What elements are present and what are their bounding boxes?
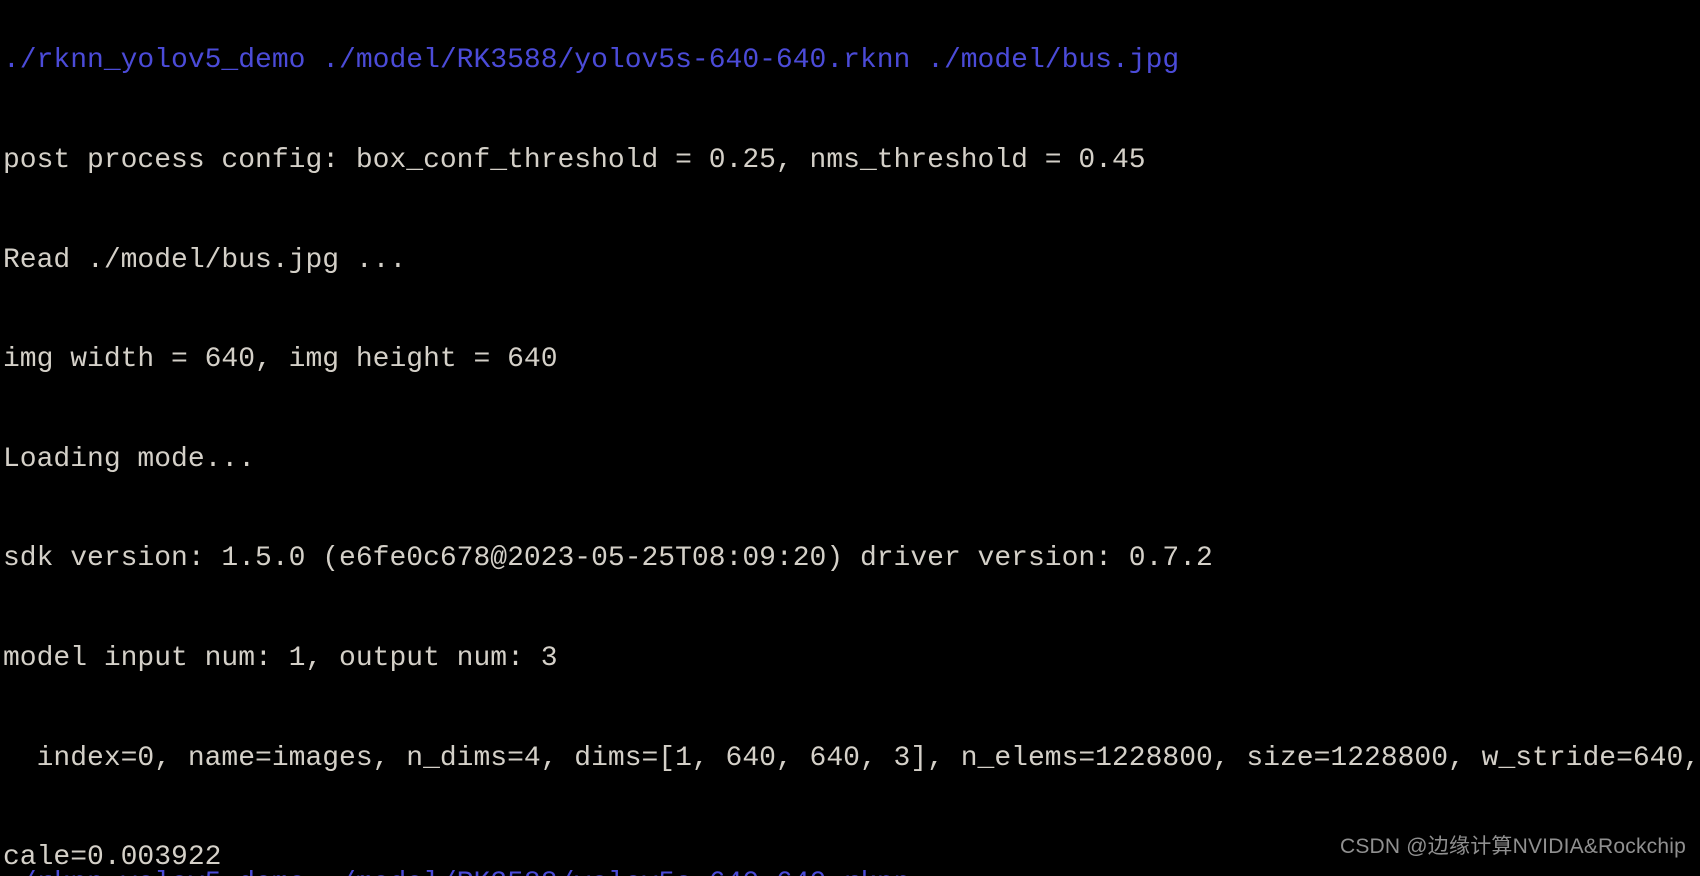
terminal-line-clipped-top: ./rknn_yolov5_demo ./model/RK3588/yolov5… xyxy=(3,45,1180,77)
terminal-line: post process config: box_conf_threshold … xyxy=(3,145,1146,176)
terminal-line: index=0, name=images, n_dims=4, dims=[1,… xyxy=(36,742,1700,774)
terminal-window[interactable]: ./rknn_yolov5_demo ./model/RK3588/yolov5… xyxy=(0,0,1700,876)
terminal-line: Read ./model/bus.jpg ... xyxy=(3,244,407,276)
terminal-line: sdk version: 1.5.0 (e6fe0c678@2023-05-25… xyxy=(3,543,1213,575)
terminal-line-clipped-bottom: ./rknn_yolov5_demo ./model/RK3588/yolov5… xyxy=(3,867,910,876)
terminal-output[interactable]: ./rknn_yolov5_demo ./model/RK3588/yolov5… xyxy=(3,0,1700,876)
terminal-line: img width = 640, img height = 640 xyxy=(3,344,558,376)
terminal-line: Loading mode... xyxy=(3,443,256,475)
terminal-line: model input num: 1, output num: 3 xyxy=(3,642,558,674)
